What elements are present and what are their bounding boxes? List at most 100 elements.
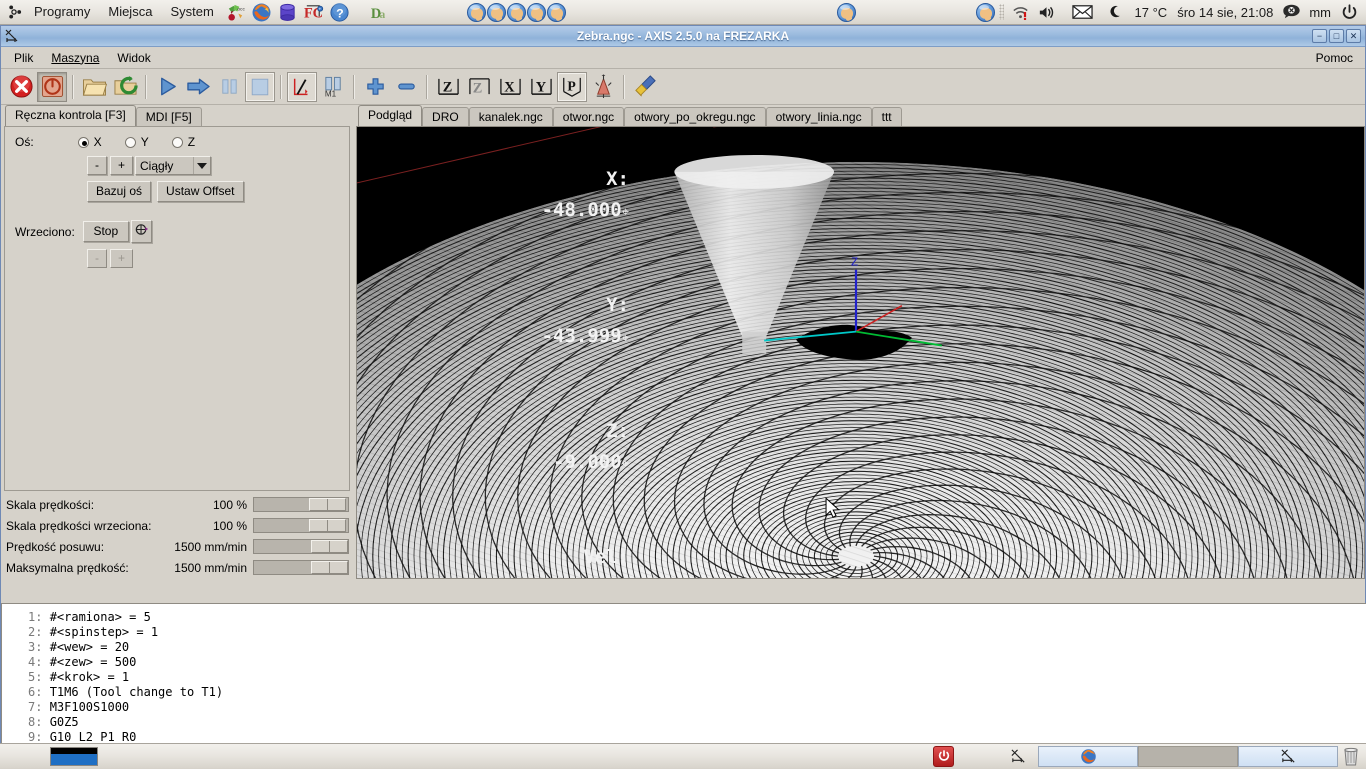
menu-maszyna[interactable]: Maszyna xyxy=(42,49,108,67)
tab-ttt[interactable]: ttt xyxy=(871,107,902,127)
firefox-window-button[interactable] xyxy=(1038,745,1138,767)
menu-miejsca[interactable]: Miejsca xyxy=(99,0,161,24)
workspace-switcher[interactable] xyxy=(466,2,566,22)
workspace-2-icon[interactable] xyxy=(486,2,506,22)
workspace-4-icon[interactable] xyxy=(526,2,546,22)
dro-value: -43.999 xyxy=(541,325,622,347)
jog-mode-combo[interactable]: Ciągły xyxy=(135,156,212,175)
tab-reczna-kontrola[interactable]: Ręczna kontrola [F3] xyxy=(5,105,136,126)
zoom-out-button[interactable] xyxy=(391,72,421,102)
gimp-icon[interactable]: occ xyxy=(225,1,247,23)
temperature-label: 17 °C xyxy=(1134,4,1168,20)
wifi-warning-icon[interactable] xyxy=(1010,1,1032,23)
tab-otwor-ngc[interactable]: otwor.ngc xyxy=(552,107,625,127)
feed-rate-slider[interactable] xyxy=(253,539,349,554)
menu-widok[interactable]: Widok xyxy=(108,49,159,67)
system-monitor-applet[interactable] xyxy=(50,746,98,766)
axis-window-button[interactable] xyxy=(998,746,1038,767)
tab-mdi[interactable]: MDI [F5] xyxy=(135,107,202,127)
stop-program-button[interactable] xyxy=(245,71,275,102)
workspace-3-icon[interactable] xyxy=(506,2,526,22)
manual-control-panel: Oś: X Y Z - + Ciągły Bazuj oś Ustaw Offs… xyxy=(4,126,350,491)
ubuntu-logo-icon[interactable] xyxy=(6,4,23,21)
network-globe-icon[interactable] xyxy=(975,2,995,22)
mail-icon[interactable] xyxy=(1072,1,1094,23)
clock-label[interactable]: śro 14 sie, 21:08 xyxy=(1172,5,1278,20)
menu-system[interactable]: System xyxy=(161,0,222,24)
left-tabstrip: Ręczna kontrola [F3] MDI [F5] xyxy=(1,105,354,127)
tab-dro[interactable]: DRO xyxy=(422,107,469,127)
svg-text:M1: M1 xyxy=(324,90,336,98)
step-program-button[interactable] xyxy=(183,72,213,102)
moon-icon[interactable] xyxy=(1106,1,1128,23)
maximize-button[interactable]: □ xyxy=(1329,29,1344,43)
chevron-down-icon[interactable] xyxy=(193,157,210,174)
spindle-plus-button[interactable]: + xyxy=(110,249,134,268)
trash-icon[interactable] xyxy=(1342,746,1360,766)
volume-icon[interactable] xyxy=(1036,1,1058,23)
gcode-preview-canvas[interactable]: Z X: -48.000⌖ Y: -43.999⌖ Z: -9.000⌖ Vel… xyxy=(356,126,1365,579)
shutdown-button[interactable] xyxy=(933,745,954,767)
radio-axis-x[interactable] xyxy=(77,136,89,148)
view-perspective-button[interactable]: P xyxy=(557,71,587,102)
menu-programy[interactable]: Programy xyxy=(25,0,99,24)
reload-file-button[interactable] xyxy=(110,72,140,102)
radio-axis-z-label: Z xyxy=(187,135,196,149)
pause-program-button[interactable] xyxy=(214,72,244,102)
tab-podglad[interactable]: Podgląd xyxy=(358,105,423,126)
toggle-block-delete-button[interactable] xyxy=(287,71,317,102)
workspace-5-icon[interactable] xyxy=(546,2,566,22)
empty-window-button[interactable] xyxy=(1138,745,1238,767)
dia-icon[interactable]: D a xyxy=(369,1,391,23)
gcode-line: 4: #<zew> = 500 xyxy=(28,655,137,669)
view-y-button[interactable]: Y xyxy=(526,72,556,102)
help-icon[interactable]: ? xyxy=(329,1,351,23)
menu-plik[interactable]: Plik xyxy=(5,49,42,67)
toolbar: M1 Z Z X Y P xyxy=(1,69,1365,105)
database-icon[interactable] xyxy=(277,1,299,23)
globe-status-icon[interactable] xyxy=(836,2,856,22)
close-button[interactable]: ✕ xyxy=(1346,29,1361,43)
dro-row-x: X: -48.000⌖ xyxy=(357,133,629,259)
toggle-optional-stop-m1-button[interactable]: M1 xyxy=(318,72,348,102)
user-icon[interactable] xyxy=(1280,1,1302,23)
axis-window-button-2[interactable] xyxy=(1238,745,1338,767)
tab-otwory-linia-ngc[interactable]: otwory_linia.ngc xyxy=(765,107,872,127)
feed-override-slider[interactable] xyxy=(253,497,349,512)
gcode-listing[interactable]: 1: #<ramiona> = 5 2: #<spinstep> = 1 3: … xyxy=(1,603,1366,745)
view-z-button[interactable]: Z xyxy=(433,72,463,102)
max-velocity-slider[interactable] xyxy=(253,560,349,575)
jog-minus-button[interactable]: - xyxy=(87,156,107,175)
spindle-cw-icon[interactable] xyxy=(130,220,152,243)
menu-pomoc[interactable]: Pomoc xyxy=(1307,49,1365,67)
zoom-in-button[interactable] xyxy=(360,72,390,102)
slider-label: Skala prędkości: xyxy=(6,497,95,512)
firefox-icon[interactable] xyxy=(251,1,273,23)
spindle-override-slider[interactable] xyxy=(253,518,349,533)
freecad-icon[interactable]: FC + xyxy=(303,1,325,23)
run-program-button[interactable] xyxy=(152,72,182,102)
home-axis-button[interactable]: Bazuj oś xyxy=(87,181,152,202)
slider-value: 1500 mm/min xyxy=(174,539,247,554)
radio-axis-y[interactable] xyxy=(124,136,136,148)
tool-cone-button[interactable] xyxy=(588,72,618,102)
clear-backplot-button[interactable] xyxy=(630,72,660,102)
radio-axis-z[interactable] xyxy=(171,136,183,148)
view-z2-button[interactable]: Z xyxy=(464,72,494,102)
svg-text:Z: Z xyxy=(472,80,482,96)
estop-button[interactable] xyxy=(6,72,36,102)
radio-axis-y-label: Y xyxy=(140,135,149,149)
view-x-button[interactable]: X xyxy=(495,72,525,102)
window-titlebar[interactable]: Zebra.ngc - AXIS 2.5.0 na FREZARKA − □ ✕ xyxy=(1,26,1365,47)
open-file-button[interactable] xyxy=(79,72,109,102)
workspace-1-icon[interactable] xyxy=(466,2,486,22)
spindle-stop-button[interactable]: Stop xyxy=(82,221,129,242)
spindle-minus-button[interactable]: - xyxy=(87,249,107,268)
jog-plus-button[interactable]: + xyxy=(110,156,134,175)
power-icon[interactable] xyxy=(1338,1,1360,23)
tab-kanalek-ngc[interactable]: kanalek.ngc xyxy=(468,107,553,127)
tab-otwory-po-okregu-ngc[interactable]: otwory_po_okregu.ngc xyxy=(624,107,766,127)
set-offset-button[interactable]: Ustaw Offset xyxy=(157,181,244,202)
minimize-button[interactable]: − xyxy=(1312,29,1327,43)
machine-power-button[interactable] xyxy=(37,71,67,102)
